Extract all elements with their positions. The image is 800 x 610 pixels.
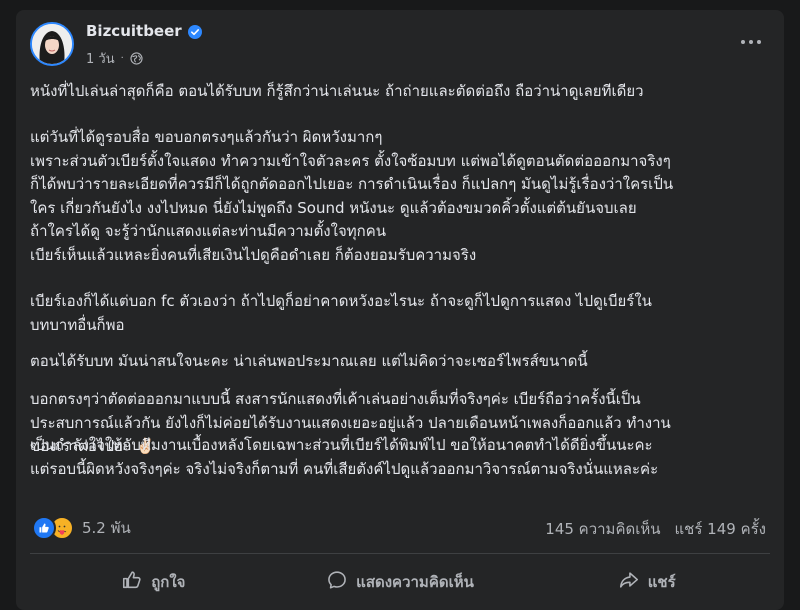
post-actions: ถูกใจ แสดงความคิดเห็น แชร์	[30, 562, 770, 602]
post-paragraph-4: เบียร์เองก็ได้แต่บอก fc ตัวเองว่า ถ้าไปด…	[30, 292, 652, 334]
like-button[interactable]: ถูกใจ	[30, 562, 277, 602]
share-button[interactable]: แชร์	[523, 562, 770, 602]
globe-icon	[130, 52, 143, 65]
author-avatar[interactable]	[30, 22, 74, 66]
post-paragraph-3: ถ้าใครได้ดู จะรู้ว่านักแสดงแต่ละท่านมีคว…	[30, 222, 477, 264]
more-options-icon[interactable]	[736, 32, 766, 52]
reactions-count: 5.2 พัน	[82, 519, 131, 537]
post-meta: 1 วัน ·	[86, 48, 143, 69]
more-dot	[749, 40, 753, 44]
meta-separator: ·	[120, 53, 124, 64]
avatar-image	[32, 24, 72, 64]
post-paragraph-5: ตอนได้รับบท มันน่าสนใจนะคะ น่าเล่นพอประม…	[30, 352, 588, 370]
shares-count[interactable]: แชร์ 149 ครั้ง	[675, 517, 767, 541]
comments-count[interactable]: 145 ความคิดเห็น	[545, 517, 660, 541]
actions-divider	[30, 553, 770, 554]
reactions-summary[interactable]: 5.2 พัน	[32, 516, 131, 540]
author-name[interactable]: Bizcuitbeer	[86, 22, 182, 40]
share-arrow-icon	[618, 569, 640, 595]
like-reaction-icon	[32, 516, 56, 540]
like-label: ถูกใจ	[151, 573, 186, 591]
post-paragraph-2: แต่วันที่ได้ดูรอบสื่อ ขอบอกตรงๆแล้วกันว่…	[30, 128, 674, 217]
thumbs-up-icon	[121, 569, 143, 595]
post-paragraph-7: เป็นกำลังใจให้กับทีมงานเบื้องหลังโดยเฉพา…	[30, 436, 659, 478]
comment-button[interactable]: แสดงความคิดเห็น	[277, 562, 524, 602]
comment-label: แสดงความคิดเห็น	[356, 573, 474, 591]
verified-badge-icon	[187, 24, 202, 39]
post-card: Bizcuitbeer 1 วัน · หนังที่ไปเล่นล่าสุดก…	[16, 10, 784, 610]
post-paragraph-1: หนังที่ไปเล่นล่าสุดก็คือ ตอนได้รับบท ก็ร…	[30, 82, 644, 100]
more-dot	[757, 40, 761, 44]
post-timestamp[interactable]: 1 วัน	[86, 48, 115, 69]
comment-bubble-icon	[326, 569, 348, 595]
share-label: แชร์	[647, 573, 676, 591]
post-stats: 5.2 พัน 145 ความคิดเห็น แชร์ 149 ครั้ง	[30, 516, 770, 540]
author-row: Bizcuitbeer	[86, 22, 202, 40]
engagement-stats: 145 ความคิดเห็น แชร์ 149 ครั้ง	[545, 517, 766, 541]
more-dot	[741, 40, 745, 44]
